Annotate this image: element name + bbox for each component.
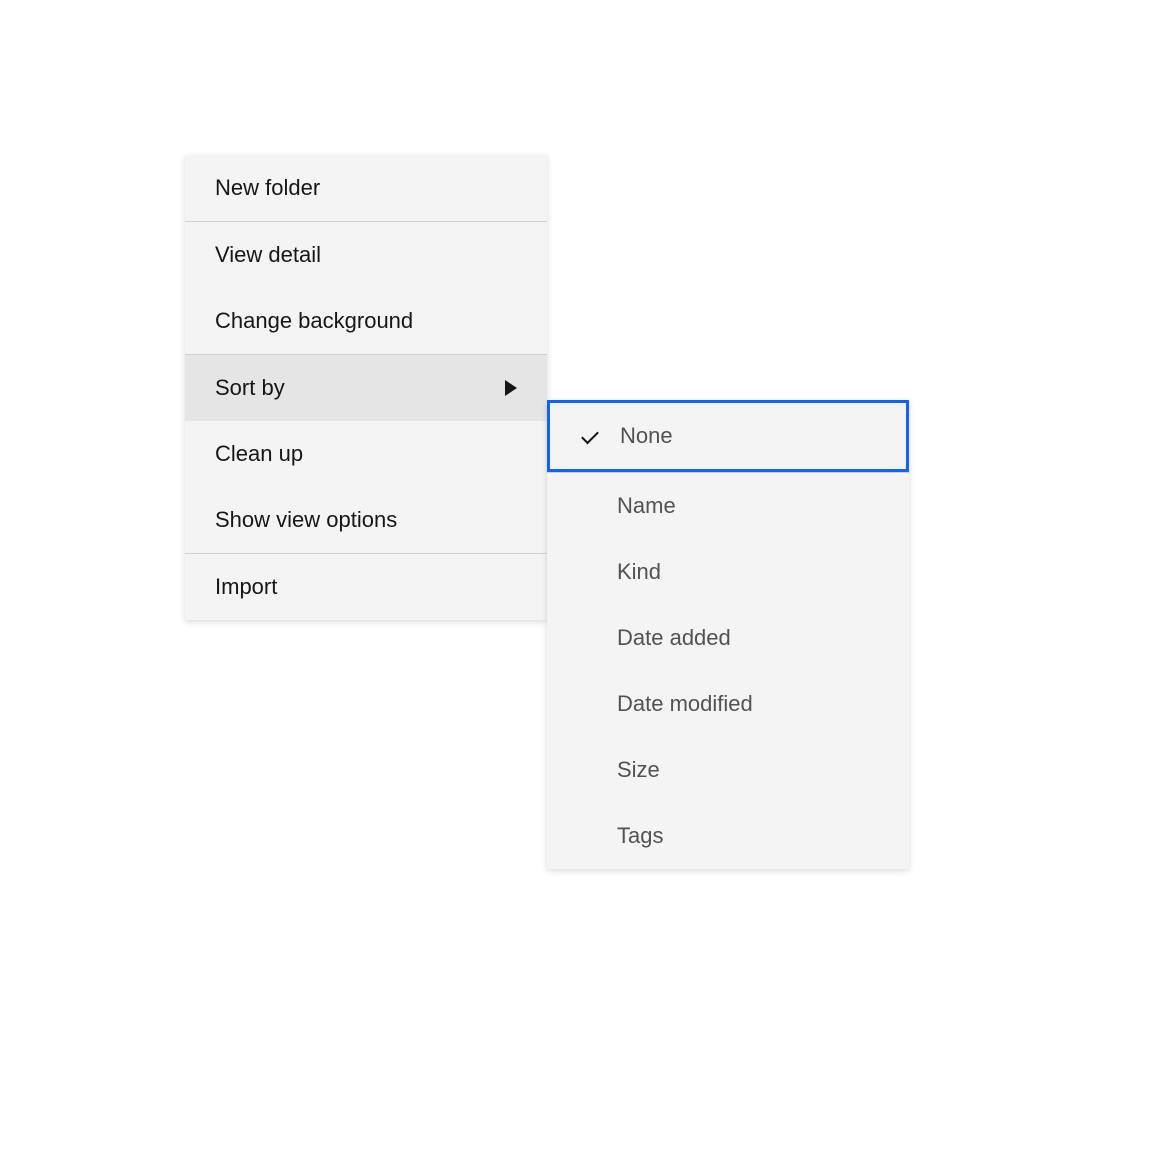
menu-item-label: Import (215, 574, 277, 600)
menu-item-import[interactable]: Import (185, 554, 547, 620)
submenu-item-kind[interactable]: Kind (547, 539, 909, 605)
chevron-right-icon (505, 380, 517, 396)
submenu-item-label: Size (617, 757, 879, 783)
sort-by-submenu: None Name Kind Date added Date modified … (547, 400, 909, 869)
context-menu: New folder View detail Change background… (185, 155, 547, 620)
submenu-item-date-added[interactable]: Date added (547, 605, 909, 671)
submenu-item-label: Kind (617, 559, 879, 585)
submenu-item-name[interactable]: Name (547, 473, 909, 539)
menu-item-show-view-options[interactable]: Show view options (185, 487, 547, 553)
menu-item-new-folder[interactable]: New folder (185, 155, 547, 221)
menu-item-label: Show view options (215, 507, 397, 533)
submenu-item-label: Tags (617, 823, 879, 849)
submenu-item-label: Date modified (617, 691, 879, 717)
submenu-item-size[interactable]: Size (547, 737, 909, 803)
menu-item-label: Change background (215, 308, 413, 334)
submenu-item-label: None (620, 423, 876, 449)
menu-item-label: New folder (215, 175, 320, 201)
menu-item-view-detail[interactable]: View detail (185, 222, 547, 288)
submenu-item-date-modified[interactable]: Date modified (547, 671, 909, 737)
submenu-item-tags[interactable]: Tags (547, 803, 909, 869)
menu-item-clean-up[interactable]: Clean up (185, 421, 547, 487)
submenu-item-label: Date added (617, 625, 879, 651)
check-slot (580, 429, 620, 443)
menu-item-label: Sort by (215, 375, 285, 401)
submenu-item-none[interactable]: None (547, 400, 909, 472)
menu-item-sort-by[interactable]: Sort by (185, 355, 547, 421)
check-icon (580, 429, 600, 443)
submenu-item-label: Name (617, 493, 879, 519)
menu-item-label: View detail (215, 242, 321, 268)
menu-item-change-background[interactable]: Change background (185, 288, 547, 354)
menu-item-label: Clean up (215, 441, 303, 467)
